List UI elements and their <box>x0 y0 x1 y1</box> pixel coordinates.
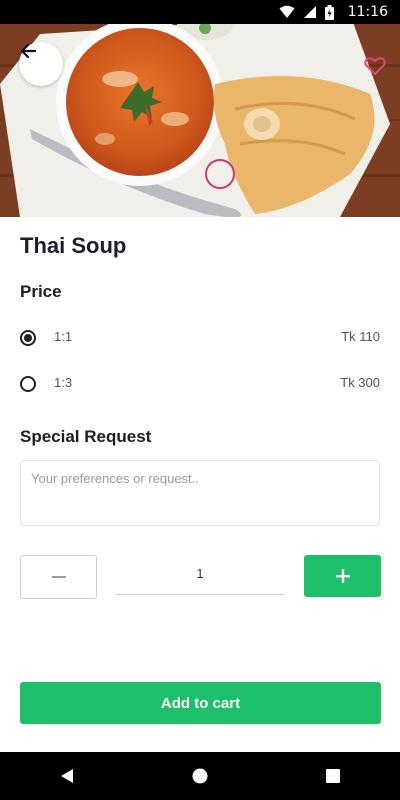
system-nav-bar <box>0 752 400 800</box>
price-option-1-3[interactable]: 1:3 Tk 300 <box>0 369 400 397</box>
price-heading: Price <box>20 282 62 301</box>
quantity-field[interactable]: 1 <box>116 560 284 595</box>
back-button[interactable] <box>19 42 63 86</box>
nav-recents-button[interactable] <box>313 756 353 796</box>
heart-outline-icon <box>364 57 386 75</box>
status-time: 11:16 <box>347 4 388 20</box>
add-to-cart-button[interactable]: Add to cart <box>20 682 381 724</box>
nav-back-button[interactable] <box>47 756 87 796</box>
radio-unselected[interactable] <box>20 376 36 392</box>
price-option-label: 1:3 <box>54 375 73 390</box>
price-option-price: Tk 300 <box>340 375 380 390</box>
nav-home-button[interactable] <box>180 756 220 796</box>
price-option-1-1[interactable]: 1:1 Tk 110 <box>0 323 400 351</box>
circle-home-icon <box>192 768 208 784</box>
plus-icon <box>335 569 350 583</box>
price-option-label: 1:1 <box>54 329 73 344</box>
status-bar: 11:16 <box>0 0 400 24</box>
product-image <box>0 24 400 217</box>
quantity-value: 1 <box>196 566 204 581</box>
arrow-left-icon <box>20 43 37 59</box>
cell-signal-icon <box>303 6 316 18</box>
special-request-input[interactable] <box>20 460 380 526</box>
radio-selected[interactable] <box>20 330 36 346</box>
wifi-icon <box>279 5 295 18</box>
decrease-quantity-button[interactable] <box>20 555 97 599</box>
minus-icon <box>51 576 66 578</box>
favorite-button[interactable] <box>364 56 388 80</box>
special-request-heading: Special Request <box>20 427 152 446</box>
status-icons: 11:16 <box>279 4 388 20</box>
product-title: Thai Soup <box>20 233 127 258</box>
price-option-price: Tk 110 <box>341 329 380 344</box>
square-recents-icon <box>326 769 341 783</box>
increase-quantity-button[interactable] <box>304 555 381 597</box>
triangle-back-icon <box>60 769 73 783</box>
battery-icon <box>324 4 334 20</box>
